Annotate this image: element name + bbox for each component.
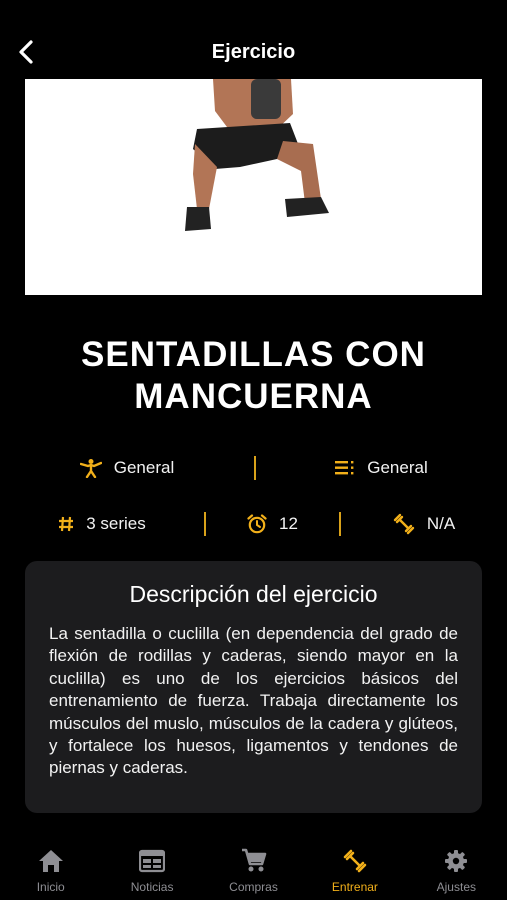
news-icon: [139, 847, 166, 875]
weight-label: N/A: [426, 514, 456, 533]
tab-noticias[interactable]: Noticias: [101, 835, 202, 900]
type-item: General: [256, 458, 507, 478]
cart-icon: [241, 847, 267, 875]
series-item: 3 series: [0, 514, 204, 534]
tab-bar: Inicio Noticias Compras Entrenar Ajustes: [0, 835, 507, 900]
exercise-meta-row-1: General General: [0, 452, 507, 484]
type-label: General: [367, 458, 428, 477]
gear-icon: [444, 847, 468, 875]
tab-label: Noticias: [130, 880, 174, 894]
page-title: Ejercicio: [211, 41, 296, 63]
tab-compras[interactable]: Compras: [203, 835, 304, 900]
description-heading: Descripción del ejercicio: [129, 581, 378, 607]
series-label: 3 series: [86, 514, 146, 533]
list-icon: [335, 461, 355, 475]
home-icon: [38, 847, 64, 875]
exercise-meta-row-2: 3 series 12 N/A: [0, 508, 507, 540]
tab-label: Entrenar: [331, 880, 378, 894]
dumbbell-icon: [393, 513, 415, 535]
reps-item: 12: [206, 514, 339, 534]
tab-label: Inicio: [36, 880, 65, 894]
category-label: General: [113, 458, 175, 477]
tab-entrenar[interactable]: Entrenar: [304, 835, 405, 900]
description-card: Descripción del ejercicio La sentadilla …: [25, 561, 482, 813]
tab-ajustes[interactable]: Ajustes: [406, 835, 507, 900]
description-text: La sentadilla o cuclilla (en dependencia…: [49, 624, 458, 778]
hash-icon: [58, 516, 74, 532]
header: Ejercicio: [0, 0, 507, 78]
category-item: General: [0, 458, 254, 478]
reps-label: 12: [279, 514, 298, 533]
exercise-image: [25, 79, 482, 295]
dumbbell-icon: [343, 847, 367, 875]
tab-inicio[interactable]: Inicio: [0, 835, 101, 900]
weight-item: N/A: [341, 513, 507, 535]
tab-label: Compras: [229, 880, 278, 894]
martial-arts-icon: [79, 458, 102, 478]
tab-label: Ajustes: [436, 880, 476, 894]
alarm-icon: [247, 514, 267, 534]
exercise-name: SENTADILLAS CON MANCUERNA: [81, 335, 426, 416]
